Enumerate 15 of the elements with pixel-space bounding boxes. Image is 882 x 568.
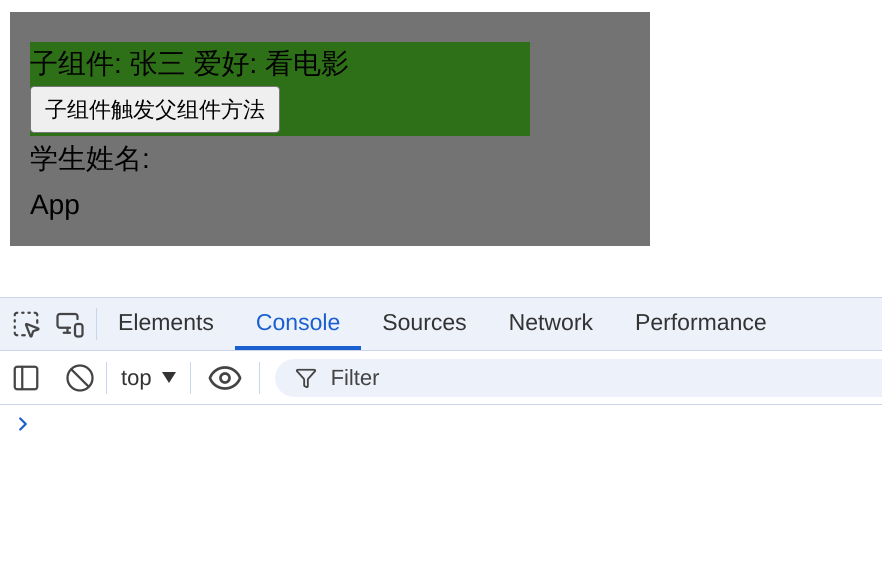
dropdown-caret-icon — [162, 372, 176, 383]
trigger-parent-button[interactable]: 子组件触发父组件方法 — [30, 86, 280, 133]
filter-field[interactable]: Filter — [274, 358, 882, 396]
devtools-tab[interactable]: Network — [488, 298, 614, 350]
devtools-tab[interactable]: Elements — [97, 298, 235, 350]
sidebar-toggle-icon[interactable] — [11, 362, 41, 392]
app-label: App — [30, 188, 81, 222]
devtools-tab[interactable]: Sources — [361, 298, 488, 350]
filter-icon — [294, 366, 317, 388]
student-name-label: 学生姓名: — [30, 142, 151, 176]
context-dropdown[interactable]: top — [107, 361, 190, 394]
clear-console-icon[interactable] — [65, 362, 95, 392]
child-info-text: 子组件: 张三 爱好: 看电影 — [30, 47, 349, 81]
devtools-tab[interactable]: Performance — [614, 298, 788, 350]
inspect-element-icon[interactable] — [11, 309, 41, 339]
